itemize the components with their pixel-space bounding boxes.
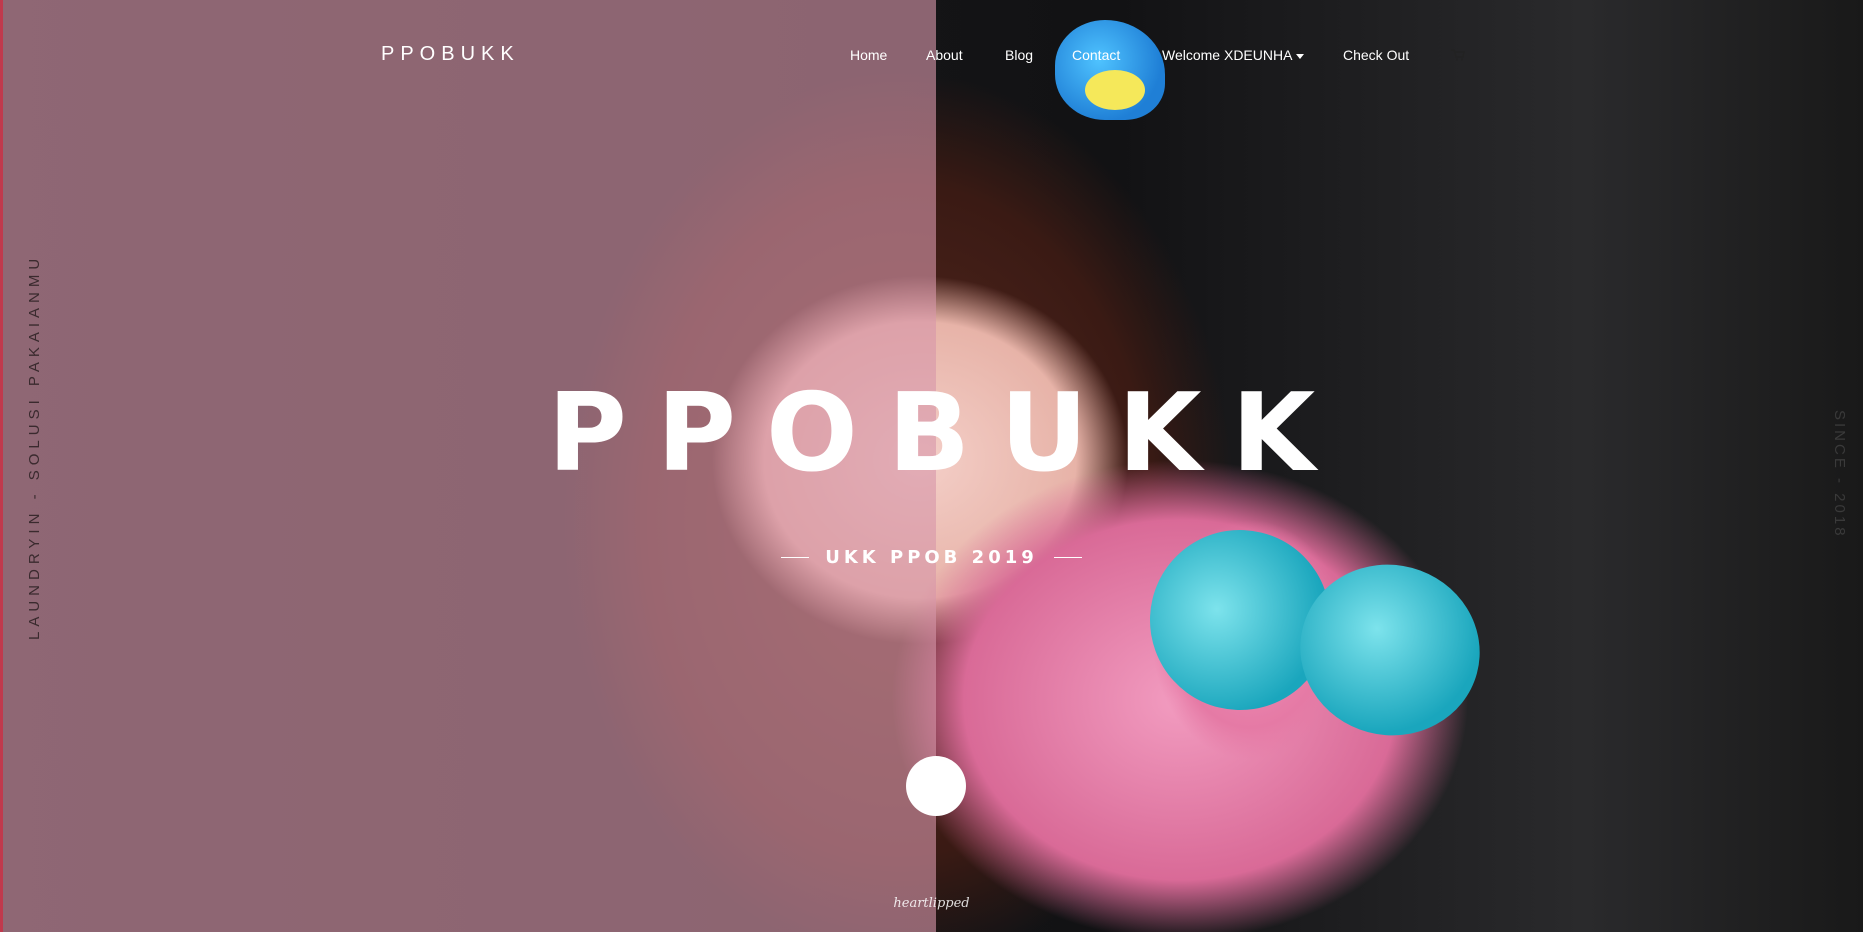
nav-user-dropdown[interactable]: Welcome XDEUNHA [1162,47,1305,63]
subtitle-divider-right [1053,557,1082,558]
nav-home-link[interactable]: Home [850,47,887,63]
nav-about-link[interactable]: About [926,47,963,63]
hero-subtitle: UKK PPOB 2019 [825,547,1038,568]
subtitle-divider-left [781,557,810,558]
side-tagline-right: SINCE - 2018 [1831,410,1848,539]
cart-icon[interactable] [1451,49,1465,61]
scroll-down-button[interactable] [906,756,966,816]
hero-subtitle-row: UKK PPOB 2019 [0,547,1863,568]
nav-blog-link[interactable]: Blog [1005,47,1033,63]
chevron-down-icon [1296,53,1305,59]
brand-logo[interactable]: PPOBUKK [381,43,520,66]
user-dropdown-label: Welcome XDEUNHA [1162,47,1293,63]
side-tagline-left: LAUNDRYIN - SOLUSI PAKAIANMU [26,253,43,640]
nav-checkout-link[interactable]: Check Out [1343,47,1409,63]
photo-watermark: heartlipped [893,896,970,911]
top-navbar: PPOBUKK Home About Blog Contact Welcome … [0,0,1863,110]
hero-title: PPOBUKK [547,371,1346,496]
nav-contact-link[interactable]: Contact [1072,47,1120,63]
